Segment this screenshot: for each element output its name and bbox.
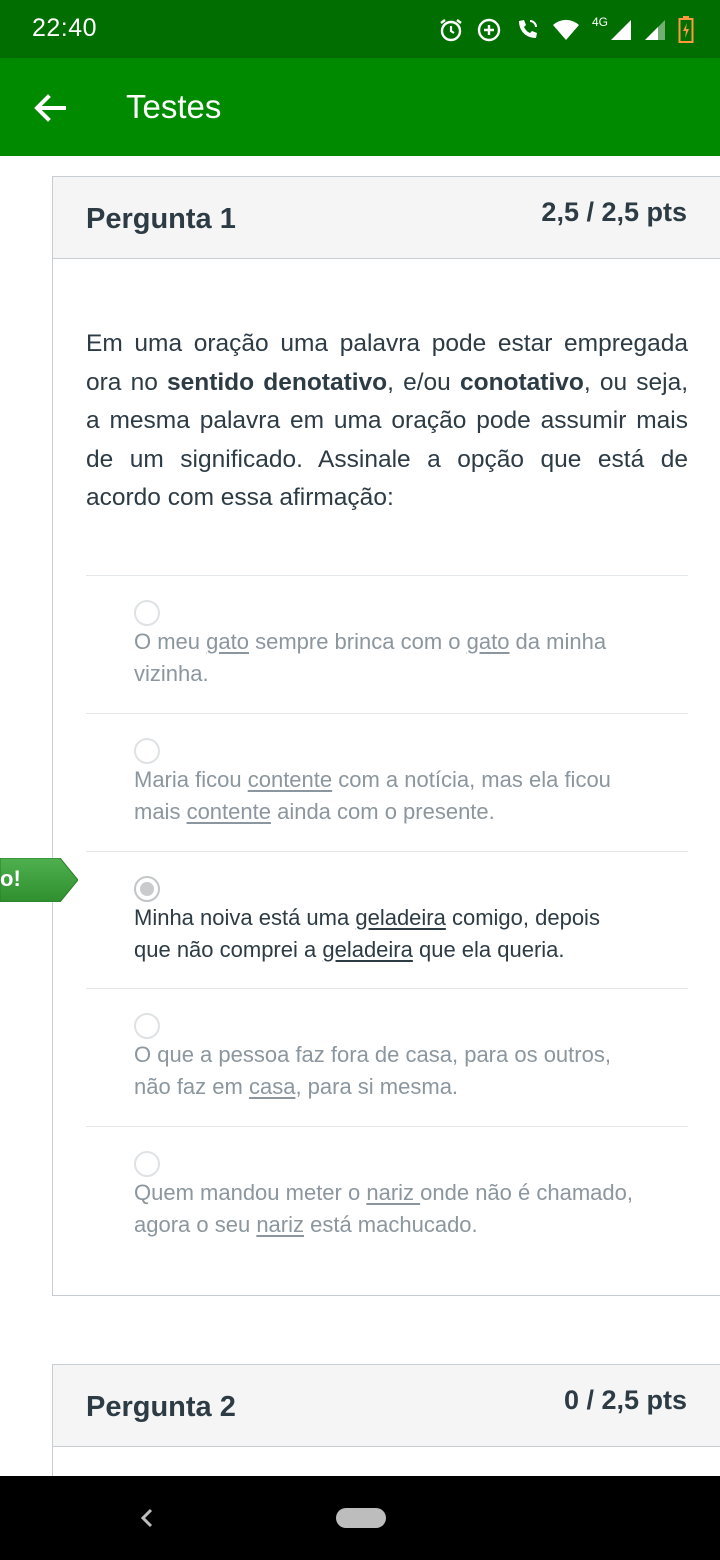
correct-answer-flag-label: o!	[0, 866, 21, 891]
radio-button[interactable]	[134, 1013, 160, 1039]
signal-icon-2	[644, 19, 666, 41]
status-time: 22:40	[32, 14, 98, 42]
app-bar: Testes	[0, 58, 720, 156]
nav-home-pill[interactable]	[336, 1508, 386, 1528]
answer-option-5[interactable]: Quem mandou meter o nariz onde não é cha…	[86, 1126, 688, 1286]
arrow-left-icon[interactable]	[28, 86, 72, 130]
radio-button[interactable]	[134, 1151, 160, 1177]
network-type-label: 4G	[591, 15, 608, 29]
question-header: Pergunta 2 0 / 2,5 pts	[53, 1365, 720, 1447]
wifi-calling-icon	[514, 17, 540, 43]
answer-label: Maria ficou contente com a notícia, mas …	[134, 767, 611, 824]
question-header: Pergunta 1 2,5 / 2,5 pts	[53, 177, 720, 259]
answer-option-4[interactable]: O que a pessoa faz fora de casa, para os…	[86, 988, 688, 1126]
answer-option-2[interactable]: Maria ficou contente com a notícia, mas …	[86, 713, 688, 851]
radio-button-selected[interactable]	[134, 876, 160, 902]
question-title: Pergunta 2	[86, 1391, 236, 1423]
system-nav-bar	[0, 1476, 720, 1560]
battery-charging-icon	[678, 16, 694, 44]
wifi-icon	[552, 18, 580, 42]
status-icons: 4G	[438, 14, 694, 46]
question-card: Pergunta 1 2,5 / 2,5 pts Em uma oração u…	[52, 176, 720, 1296]
question-card: Pergunta 2 0 / 2,5 pts	[52, 1364, 720, 1476]
page-title: Testes	[126, 88, 222, 125]
radio-button[interactable]	[134, 738, 160, 764]
status-bar: 22:40 4G	[0, 0, 720, 58]
answer-label: O que a pessoa faz fora de casa, para os…	[134, 1042, 611, 1099]
radio-button[interactable]	[134, 600, 160, 626]
answer-label: Minha noiva está uma geladeira comigo, d…	[134, 905, 600, 962]
question-title: Pergunta 1	[86, 203, 236, 235]
answer-label: O meu gato sempre brinca com o gato da m…	[134, 629, 607, 686]
nav-back-icon[interactable]	[132, 1498, 162, 1538]
quiz-content[interactable]: Pergunta 1 2,5 / 2,5 pts Em uma oração u…	[0, 156, 720, 1476]
answer-option-1[interactable]: O meu gato sempre brinca com o gato da m…	[86, 575, 688, 713]
question-text: Em uma oração uma palavra pode estar emp…	[86, 330, 688, 512]
data-saver-icon	[476, 17, 502, 43]
signal-icon	[610, 19, 632, 41]
question-points: 0 / 2,5 pts	[563, 1385, 687, 1415]
answer-option-3[interactable]: Minha noiva está uma geladeira comigo, d…	[86, 851, 688, 988]
alarm-icon	[438, 17, 464, 43]
question-points: 2,5 / 2,5 pts	[541, 197, 687, 227]
answer-label: Quem mandou meter o nariz onde não é cha…	[134, 1180, 633, 1237]
